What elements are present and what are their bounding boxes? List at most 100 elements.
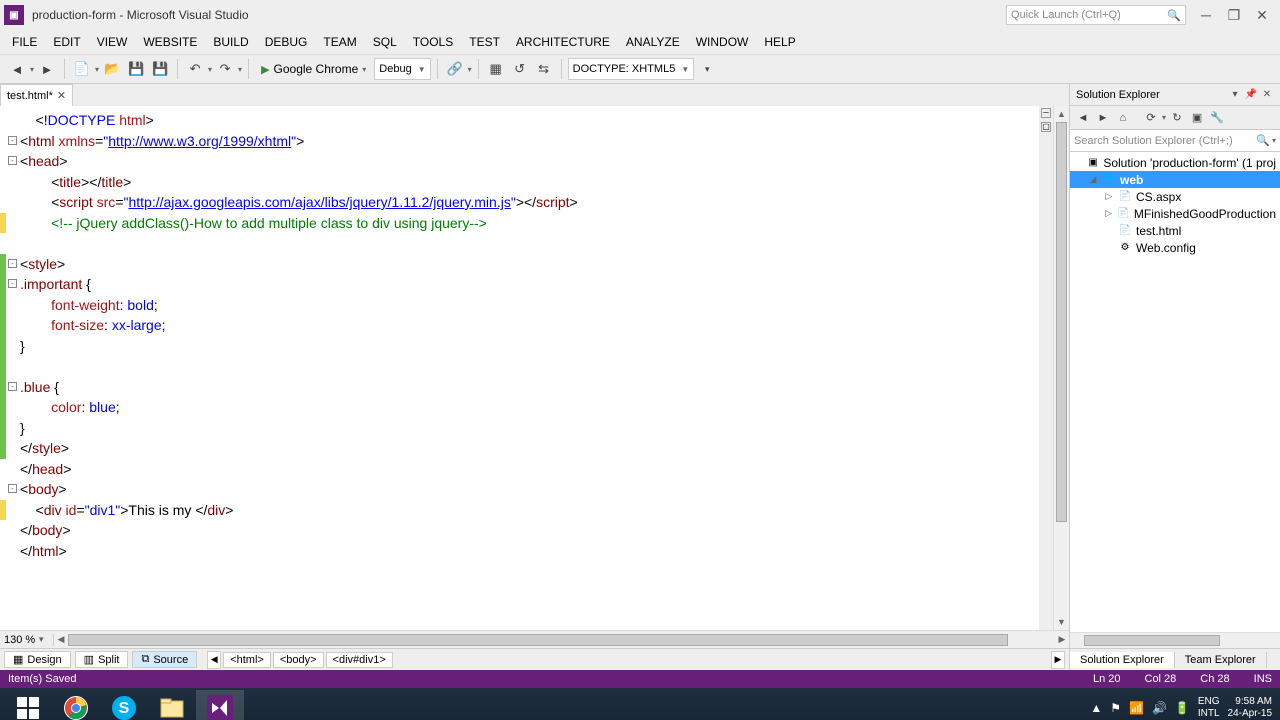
code-line[interactable]: } [20, 336, 1039, 357]
home-icon[interactable]: ⌂ [1114, 109, 1132, 127]
expand-icon[interactable]: ▷ [1104, 191, 1114, 202]
scroll-right-button[interactable]: ▶ [1055, 632, 1069, 648]
project-node[interactable]: ◢ 🌐 web [1070, 171, 1280, 188]
code-line[interactable]: <style> [20, 254, 1039, 275]
tool-c-button[interactable]: ⇆ [533, 58, 555, 80]
redo-button[interactable]: ↷ [214, 58, 236, 80]
zoom-dropdown[interactable]: 130 % ▼ [0, 634, 54, 646]
code-line[interactable]: <script src="http://ajax.googleapis.com/… [20, 192, 1039, 213]
start-debug-button[interactable]: ▶ Google Chrome ▾ [255, 62, 372, 76]
doctype-dropdown[interactable]: DOCTYPE: XHTML5 ▼ [568, 58, 695, 80]
design-view-button[interactable]: ▦ Design [4, 651, 71, 668]
menu-file[interactable]: FILE [4, 33, 45, 51]
code-line[interactable]: <title></title> [20, 172, 1039, 193]
close-icon[interactable]: ✕ [57, 89, 66, 102]
split-view-button[interactable]: ▥ Split [75, 651, 129, 668]
nav-forward-button[interactable]: ► [36, 58, 58, 80]
code-line[interactable]: .important { [20, 274, 1039, 295]
expand-icon[interactable]: ▷ [1104, 208, 1113, 219]
outline-toggle[interactable]: - [8, 259, 17, 268]
code-line[interactable]: <!-- jQuery addClass()-How to add multip… [20, 213, 1039, 234]
tree-hscroll-thumb[interactable] [1084, 635, 1220, 646]
code-line[interactable]: <!DOCTYPE html> [20, 110, 1039, 131]
panel-menu-button[interactable]: ▾ [1228, 88, 1242, 102]
undo-button[interactable]: ↶ [184, 58, 206, 80]
close-icon[interactable]: ✕ [1260, 88, 1274, 102]
menu-help[interactable]: HELP [756, 33, 803, 51]
solution-node[interactable]: ▣ Solution 'production-form' (1 proj [1070, 154, 1280, 171]
back-button[interactable]: ◄ [1074, 109, 1092, 127]
tree-item[interactable]: 📄 test.html [1070, 222, 1280, 239]
tree-horizontal-scrollbar[interactable] [1070, 632, 1280, 648]
scroll-down-button[interactable]: ▼ [1054, 614, 1069, 630]
flag-icon[interactable]: ⚑ [1110, 701, 1121, 715]
code-line[interactable]: <head> [20, 151, 1039, 172]
outline-toggle[interactable]: - [8, 156, 17, 165]
outline-toggle[interactable]: - [8, 382, 17, 391]
code-line[interactable]: </head> [20, 459, 1039, 480]
breadcrumb-prev-button[interactable]: ◀ [207, 651, 221, 669]
menu-tools[interactable]: TOOLS [405, 33, 461, 51]
refresh-button[interactable]: ↻ [1168, 109, 1186, 127]
code-editor[interactable]: - - - - - - <!DOCTYPE html><html xmlns="http:… [0, 106, 1069, 630]
document-tab[interactable]: test.html* ✕ [0, 84, 73, 106]
outline-toggle[interactable]: - [8, 484, 17, 493]
code-line[interactable]: font-weight: bold; [20, 295, 1039, 316]
split-editor-button[interactable]: ─ [1041, 108, 1051, 118]
code-line[interactable]: </html> [20, 541, 1039, 562]
menu-test[interactable]: TEST [461, 33, 508, 51]
tray-clock[interactable]: 9:58 AM 24-Apr-15 [1228, 696, 1272, 720]
outline-toggle[interactable]: - [8, 136, 17, 145]
system-tray[interactable]: ▲ ⚑ 📶 🔊 🔋 ENG INTL 9:58 AM 24-Apr-15 [1090, 696, 1276, 720]
code-text[interactable]: <!DOCTYPE html><html xmlns="http://www.w… [20, 106, 1039, 630]
menu-sql[interactable]: SQL [365, 33, 405, 51]
breadcrumb-item[interactable]: <body> [273, 652, 324, 668]
menu-build[interactable]: BUILD [205, 33, 256, 51]
hscroll-thumb[interactable] [68, 634, 1008, 646]
solution-search-input[interactable]: Search Solution Explorer (Ctrl+;) 🔍 ▾ [1070, 130, 1280, 152]
code-line[interactable]: color: blue; [20, 397, 1039, 418]
menu-window[interactable]: WINDOW [688, 33, 757, 51]
outline-toggle[interactable]: - [8, 279, 17, 288]
close-button[interactable]: ✕ [1250, 5, 1274, 25]
explorer-taskbar-button[interactable] [148, 690, 196, 720]
code-line[interactable]: <html xmlns="http://www.w3.org/1999/xhtm… [20, 131, 1039, 152]
code-line[interactable]: <div id="div1">This is my </div> [20, 500, 1039, 521]
tool-a-button[interactable]: ▦ [485, 58, 507, 80]
breadcrumb-item[interactable]: <html> [223, 652, 271, 668]
config-dropdown[interactable]: Debug ▼ [374, 58, 430, 80]
new-item-button[interactable]: 📄 [71, 58, 93, 80]
vscroll-thumb[interactable] [1056, 122, 1067, 522]
browse-button[interactable]: 🔗 [444, 58, 466, 80]
breadcrumb-next-button[interactable]: ▶ [1051, 651, 1065, 669]
tool-b-button[interactable]: ↺ [509, 58, 531, 80]
vs-taskbar-button[interactable] [196, 690, 244, 720]
code-line[interactable]: <body> [20, 479, 1039, 500]
restore-button[interactable]: ❐ [1222, 5, 1246, 25]
open-file-button[interactable]: 📂 [101, 58, 123, 80]
tray-lang[interactable]: ENG INTL [1198, 696, 1220, 720]
tree-item[interactable]: ▷ 📄 MFinishedGoodProduction [1070, 205, 1280, 222]
start-button[interactable] [4, 690, 52, 720]
solution-tree[interactable]: ▣ Solution 'production-form' (1 proj ◢ 🌐… [1070, 152, 1280, 632]
sync-button[interactable]: ⟳ [1142, 109, 1160, 127]
skype-taskbar-button[interactable]: S [100, 690, 148, 720]
menu-edit[interactable]: EDIT [45, 33, 88, 51]
menu-architecture[interactable]: ARCHITECTURE [508, 33, 618, 51]
minimize-button[interactable]: ─ [1194, 5, 1218, 25]
code-line[interactable]: .blue { [20, 377, 1039, 398]
power-icon[interactable]: 🔋 [1175, 701, 1190, 715]
vertical-scrollbar[interactable]: ▲ ▼ [1053, 106, 1069, 630]
code-line[interactable]: } [20, 418, 1039, 439]
volume-icon[interactable]: 🔊 [1152, 701, 1167, 715]
tray-overflow-icon[interactable]: ▲ [1090, 701, 1102, 715]
toolbar-overflow-button[interactable]: ▾ [696, 58, 718, 80]
code-line[interactable] [20, 233, 1039, 254]
quick-launch-input[interactable]: Quick Launch (Ctrl+Q) 🔍 [1006, 5, 1186, 25]
tree-item[interactable]: ⚙ Web.config [1070, 239, 1280, 256]
horizontal-scrollbar[interactable]: ◀ ▶ [54, 632, 1069, 648]
expand-icon[interactable]: ◢ [1088, 174, 1098, 185]
collapse-all-button[interactable]: ▣ [1188, 109, 1206, 127]
tree-item[interactable]: ▷ 📄 CS.aspx [1070, 188, 1280, 205]
network-icon[interactable]: 📶 [1129, 701, 1144, 715]
